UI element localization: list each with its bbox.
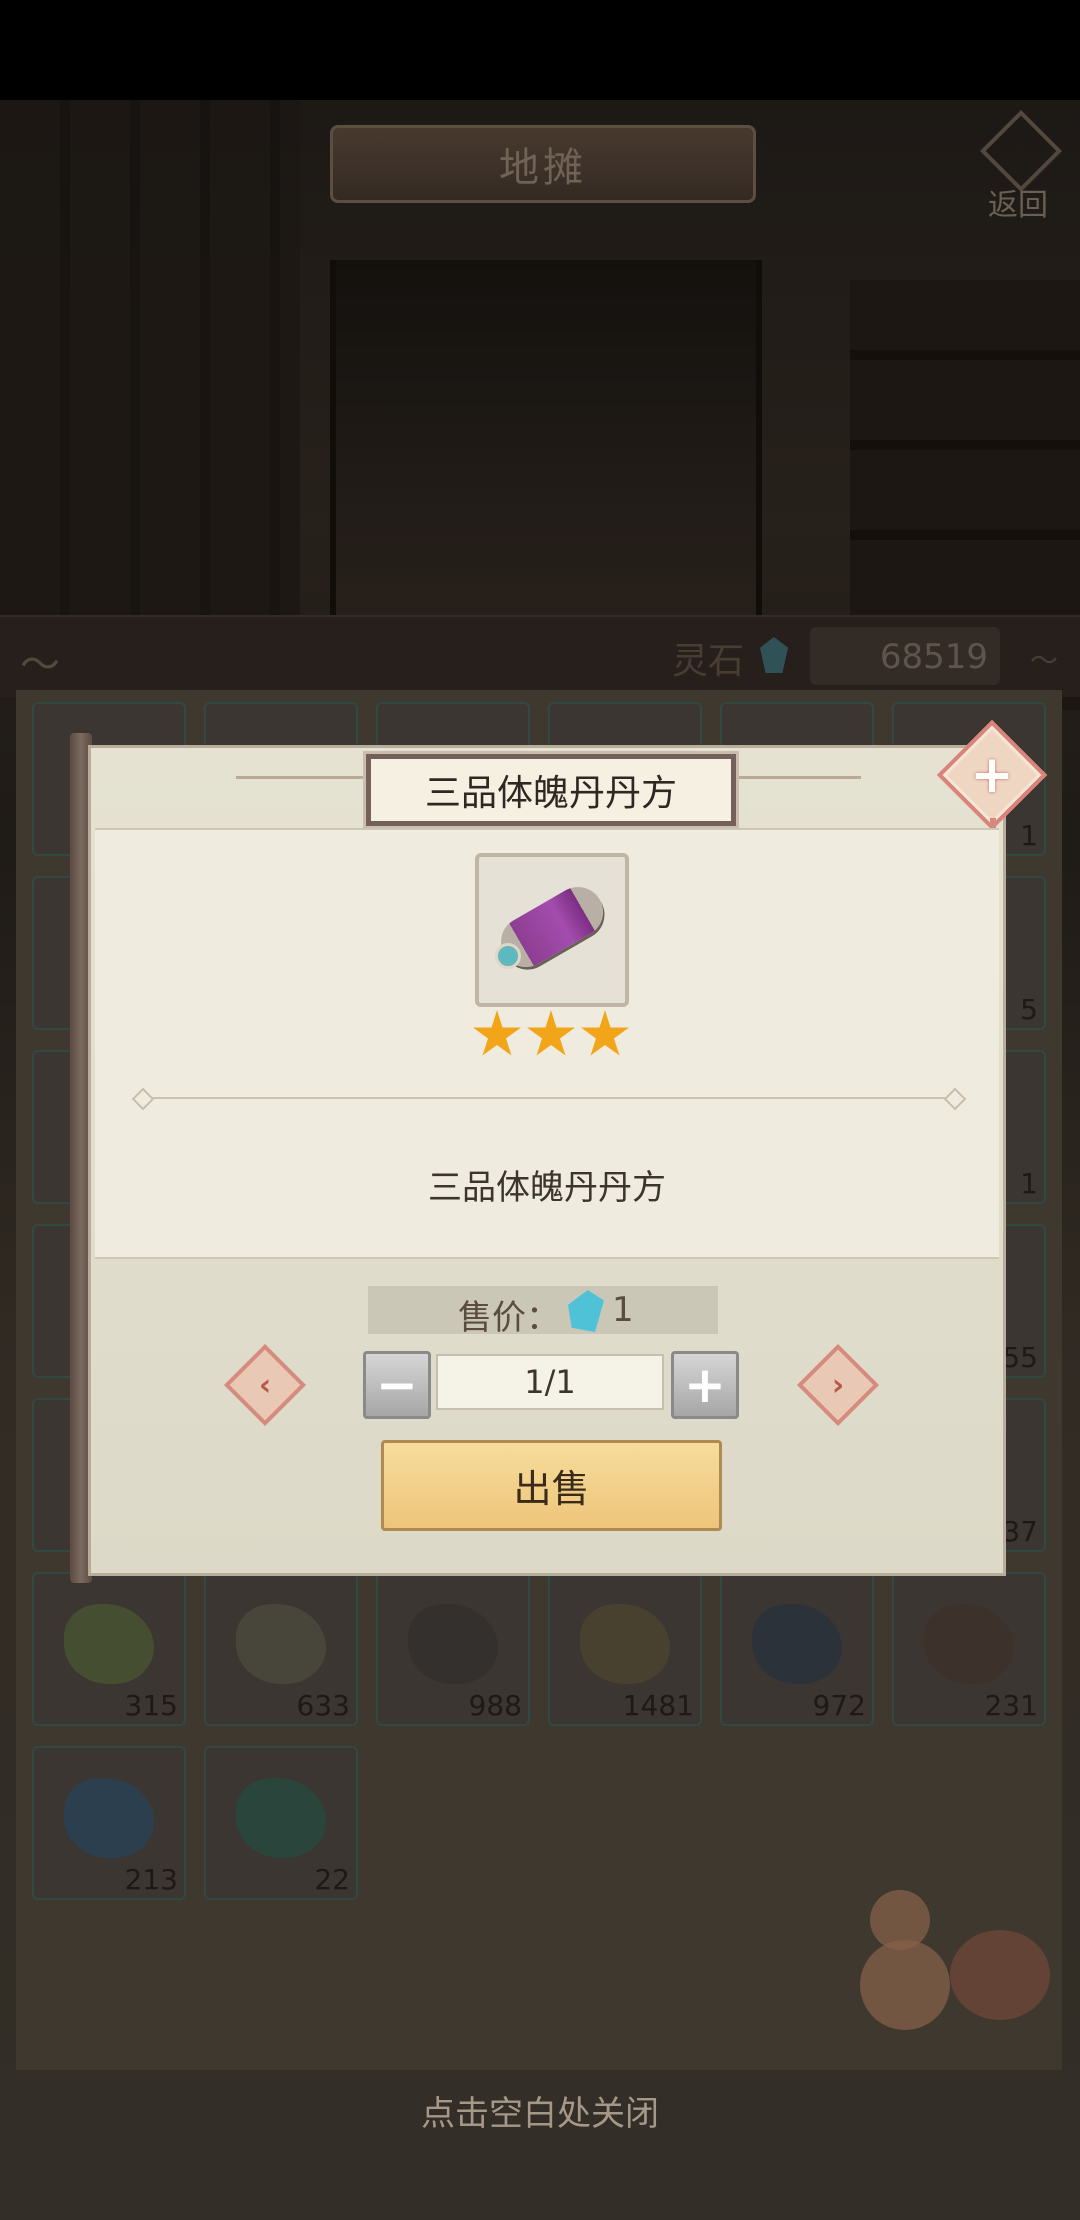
divider-end-icon — [943, 1087, 967, 1111]
scroll-gem-icon — [495, 943, 521, 969]
double-right-arrow-icon: › — [831, 1367, 845, 1403]
quantity-plus-button[interactable]: + — [671, 1351, 739, 1419]
quantity-field[interactable]: 1/1 — [436, 1354, 664, 1410]
star-icon — [527, 1010, 575, 1056]
quantity-max-button[interactable]: › — [796, 1343, 880, 1427]
item-info-panel: 三品体魄丹丹方 — [95, 828, 999, 1259]
item-icon-frame — [475, 853, 629, 1007]
close-hint: 点击空白处关闭 — [421, 2094, 659, 2134]
divider — [145, 1097, 949, 1099]
divider-end-icon — [131, 1087, 155, 1111]
dialog-title: 三品体魄丹丹方 — [424, 773, 677, 814]
quantity-min-button[interactable]: ‹ — [223, 1343, 307, 1427]
sell-button[interactable]: 出售 — [381, 1440, 722, 1531]
price-label: 售价： — [458, 1298, 560, 1338]
star-icon — [581, 1010, 629, 1056]
price-value: 1 — [612, 1290, 634, 1330]
spirit-stone-icon — [568, 1290, 604, 1332]
item-sell-dialog: 三品体魄丹丹方 + 三品体魄丹丹方 售价： 1 ‹ − 1/1 + › 出售 — [88, 719, 1048, 1576]
title-line-left — [236, 776, 376, 779]
star-icon — [473, 1010, 521, 1056]
close-icon: + — [970, 745, 1014, 805]
dialog-title-box: 三品体魄丹丹方 — [363, 751, 739, 829]
quantity-minus-button[interactable]: − — [363, 1351, 431, 1419]
title-line-right — [721, 776, 861, 779]
close-hint-bar[interactable]: 点击空白处关闭 — [0, 2080, 1080, 2140]
star-rating — [95, 1010, 1007, 1064]
price-box: 售价： 1 — [368, 1286, 718, 1338]
item-description: 三品体魄丹丹方 — [428, 1168, 666, 1208]
double-left-arrow-icon: ‹ — [258, 1367, 272, 1403]
